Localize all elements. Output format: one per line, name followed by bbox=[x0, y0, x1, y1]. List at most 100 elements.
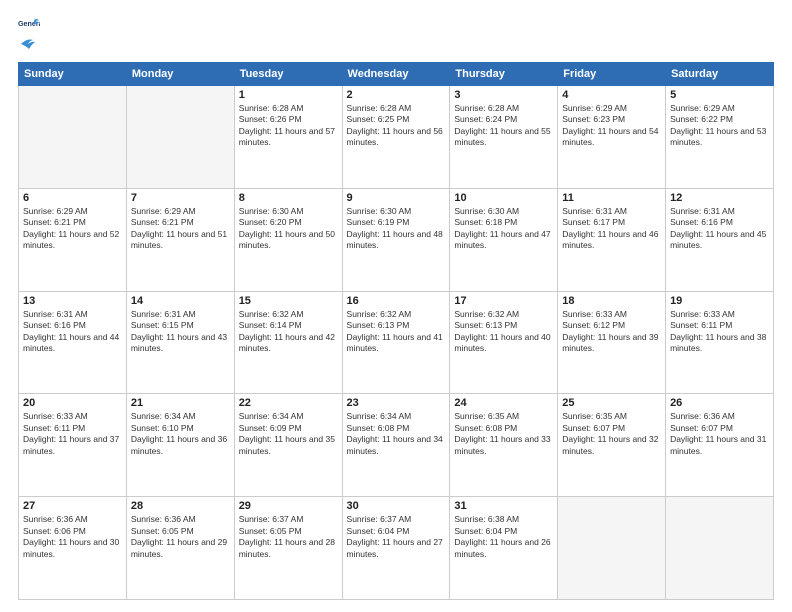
day-number: 15 bbox=[239, 295, 338, 307]
calendar-cell: 18Sunrise: 6:33 AMSunset: 6:12 PMDayligh… bbox=[558, 291, 666, 394]
weekday-header-sunday: Sunday bbox=[19, 63, 127, 86]
calendar-cell: 4 Sunrise: 6:29 AMSunset: 6:23 PMDaylight… bbox=[558, 86, 666, 189]
day-number: 22 bbox=[239, 397, 338, 409]
day-info: Sunrise: 6:37 AMSunset: 6:04 PMDaylight:… bbox=[347, 514, 446, 560]
day-number: 1 bbox=[239, 89, 338, 101]
day-info: Sunrise: 6:34 AMSunset: 6:10 PMDaylight:… bbox=[131, 411, 230, 457]
day-info: Sunrise: 6:31 AMSunset: 6:15 PMDaylight:… bbox=[131, 309, 230, 355]
calendar-cell: 31 Sunrise: 6:38 AMSunset: 6:04 PMDayligh… bbox=[450, 497, 558, 600]
day-info: Sunrise: 6:33 AMSunset: 6:11 PMDaylight:… bbox=[23, 411, 122, 457]
calendar-table: SundayMondayTuesdayWednesdayThursdayFrid… bbox=[18, 62, 774, 600]
calendar-cell: 11 Sunrise: 6:31 AMSunset: 6:17 PMDayligh… bbox=[558, 188, 666, 291]
day-info: Sunrise: 6:34 AMSunset: 6:09 PMDaylight:… bbox=[239, 411, 338, 457]
calendar-cell bbox=[126, 86, 234, 189]
weekday-header-wednesday: Wednesday bbox=[342, 63, 450, 86]
day-info: Sunrise: 6:33 AMSunset: 6:11 PMDaylight:… bbox=[670, 309, 769, 355]
day-info: Sunrise: 6:31 AMSunset: 6:17 PMDaylight:… bbox=[562, 206, 661, 252]
day-number: 7 bbox=[131, 192, 230, 204]
calendar-cell: 12 Sunrise: 6:31 AMSunset: 6:16 PMDayligh… bbox=[666, 188, 774, 291]
day-number: 10 bbox=[454, 192, 553, 204]
day-number: 31 bbox=[454, 500, 553, 512]
day-number: 21 bbox=[131, 397, 230, 409]
day-info: Sunrise: 6:28 AMSunset: 6:24 PMDaylight:… bbox=[454, 103, 553, 149]
day-info: Sunrise: 6:28 AMSunset: 6:26 PMDaylight:… bbox=[239, 103, 338, 149]
day-number: 25 bbox=[562, 397, 661, 409]
day-number: 23 bbox=[347, 397, 446, 409]
calendar-header-row: SundayMondayTuesdayWednesdayThursdayFrid… bbox=[19, 63, 774, 86]
calendar-cell: 8Sunrise: 6:30 AMSunset: 6:20 PMDaylight… bbox=[234, 188, 342, 291]
day-number: 13 bbox=[23, 295, 122, 307]
calendar-week-row: 1 Sunrise: 6:28 AMSunset: 6:26 PMDaylight… bbox=[19, 86, 774, 189]
calendar-cell: 19 Sunrise: 6:33 AMSunset: 6:11 PMDayligh… bbox=[666, 291, 774, 394]
calendar-cell: 10 Sunrise: 6:30 AMSunset: 6:18 PMDayligh… bbox=[450, 188, 558, 291]
day-info: Sunrise: 6:35 AMSunset: 6:08 PMDaylight:… bbox=[454, 411, 553, 457]
weekday-header-friday: Friday bbox=[558, 63, 666, 86]
calendar-page: General SundayMondayTuesdayWednesdayThur… bbox=[0, 0, 792, 612]
day-number: 5 bbox=[670, 89, 769, 101]
calendar-cell: 25 Sunrise: 6:35 AMSunset: 6:07 PMDayligh… bbox=[558, 394, 666, 497]
calendar-cell: 9 Sunrise: 6:30 AMSunset: 6:19 PMDaylight… bbox=[342, 188, 450, 291]
day-info: Sunrise: 6:38 AMSunset: 6:04 PMDaylight:… bbox=[454, 514, 553, 560]
day-number: 9 bbox=[347, 192, 446, 204]
day-info: Sunrise: 6:32 AMSunset: 6:13 PMDaylight:… bbox=[454, 309, 553, 355]
header: General bbox=[18, 18, 774, 52]
calendar-cell: 16 Sunrise: 6:32 AMSunset: 6:13 PMDayligh… bbox=[342, 291, 450, 394]
day-info: Sunrise: 6:31 AMSunset: 6:16 PMDaylight:… bbox=[670, 206, 769, 252]
weekday-header-thursday: Thursday bbox=[450, 63, 558, 86]
day-number: 30 bbox=[347, 500, 446, 512]
day-number: 29 bbox=[239, 500, 338, 512]
day-info: Sunrise: 6:31 AMSunset: 6:16 PMDaylight:… bbox=[23, 309, 122, 355]
weekday-header-tuesday: Tuesday bbox=[234, 63, 342, 86]
svg-text:General: General bbox=[18, 20, 40, 28]
day-number: 26 bbox=[670, 397, 769, 409]
logo: General bbox=[18, 18, 42, 52]
calendar-cell: 30 Sunrise: 6:37 AMSunset: 6:04 PMDayligh… bbox=[342, 497, 450, 600]
day-info: Sunrise: 6:30 AMSunset: 6:18 PMDaylight:… bbox=[454, 206, 553, 252]
day-info: Sunrise: 6:36 AMSunset: 6:05 PMDaylight:… bbox=[131, 514, 230, 560]
day-info: Sunrise: 6:34 AMSunset: 6:08 PMDaylight:… bbox=[347, 411, 446, 457]
day-number: 24 bbox=[454, 397, 553, 409]
logo-wing-icon bbox=[19, 36, 41, 52]
logo-bird-icon: General bbox=[18, 18, 40, 34]
day-info: Sunrise: 6:30 AMSunset: 6:20 PMDaylight:… bbox=[239, 206, 338, 252]
day-number: 6 bbox=[23, 192, 122, 204]
day-number: 19 bbox=[670, 295, 769, 307]
calendar-cell bbox=[666, 497, 774, 600]
calendar-cell: 6Sunrise: 6:29 AMSunset: 6:21 PMDaylight… bbox=[19, 188, 127, 291]
day-number: 11 bbox=[562, 192, 661, 204]
day-number: 4 bbox=[562, 89, 661, 101]
day-info: Sunrise: 6:28 AMSunset: 6:25 PMDaylight:… bbox=[347, 103, 446, 149]
day-info: Sunrise: 6:37 AMSunset: 6:05 PMDaylight:… bbox=[239, 514, 338, 560]
day-info: Sunrise: 6:29 AMSunset: 6:23 PMDaylight:… bbox=[562, 103, 661, 149]
day-info: Sunrise: 6:35 AMSunset: 6:07 PMDaylight:… bbox=[562, 411, 661, 457]
day-number: 3 bbox=[454, 89, 553, 101]
calendar-cell: 24 Sunrise: 6:35 AMSunset: 6:08 PMDayligh… bbox=[450, 394, 558, 497]
calendar-cell: 21 Sunrise: 6:34 AMSunset: 6:10 PMDayligh… bbox=[126, 394, 234, 497]
day-info: Sunrise: 6:33 AMSunset: 6:12 PMDaylight:… bbox=[562, 309, 661, 355]
day-number: 17 bbox=[454, 295, 553, 307]
day-info: Sunrise: 6:30 AMSunset: 6:19 PMDaylight:… bbox=[347, 206, 446, 252]
calendar-cell: 28 Sunrise: 6:36 AMSunset: 6:05 PMDayligh… bbox=[126, 497, 234, 600]
day-info: Sunrise: 6:32 AMSunset: 6:13 PMDaylight:… bbox=[347, 309, 446, 355]
calendar-cell: 22 Sunrise: 6:34 AMSunset: 6:09 PMDayligh… bbox=[234, 394, 342, 497]
day-number: 12 bbox=[670, 192, 769, 204]
day-info: Sunrise: 6:29 AMSunset: 6:21 PMDaylight:… bbox=[131, 206, 230, 252]
calendar-week-row: 27Sunrise: 6:36 AMSunset: 6:06 PMDayligh… bbox=[19, 497, 774, 600]
day-number: 28 bbox=[131, 500, 230, 512]
day-info: Sunrise: 6:29 AMSunset: 6:22 PMDaylight:… bbox=[670, 103, 769, 149]
day-number: 27 bbox=[23, 500, 122, 512]
calendar-week-row: 13 Sunrise: 6:31 AMSunset: 6:16 PMDayligh… bbox=[19, 291, 774, 394]
day-number: 2 bbox=[347, 89, 446, 101]
calendar-cell: 17 Sunrise: 6:32 AMSunset: 6:13 PMDayligh… bbox=[450, 291, 558, 394]
calendar-cell bbox=[19, 86, 127, 189]
day-info: Sunrise: 6:36 AMSunset: 6:07 PMDaylight:… bbox=[670, 411, 769, 457]
calendar-cell: 2 Sunrise: 6:28 AMSunset: 6:25 PMDaylight… bbox=[342, 86, 450, 189]
calendar-cell: 26 Sunrise: 6:36 AMSunset: 6:07 PMDayligh… bbox=[666, 394, 774, 497]
calendar-cell bbox=[558, 497, 666, 600]
calendar-cell: 27Sunrise: 6:36 AMSunset: 6:06 PMDayligh… bbox=[19, 497, 127, 600]
calendar-cell: 23 Sunrise: 6:34 AMSunset: 6:08 PMDayligh… bbox=[342, 394, 450, 497]
weekday-header-monday: Monday bbox=[126, 63, 234, 86]
day-number: 16 bbox=[347, 295, 446, 307]
calendar-cell: 3 Sunrise: 6:28 AMSunset: 6:24 PMDaylight… bbox=[450, 86, 558, 189]
calendar-cell: 1 Sunrise: 6:28 AMSunset: 6:26 PMDaylight… bbox=[234, 86, 342, 189]
